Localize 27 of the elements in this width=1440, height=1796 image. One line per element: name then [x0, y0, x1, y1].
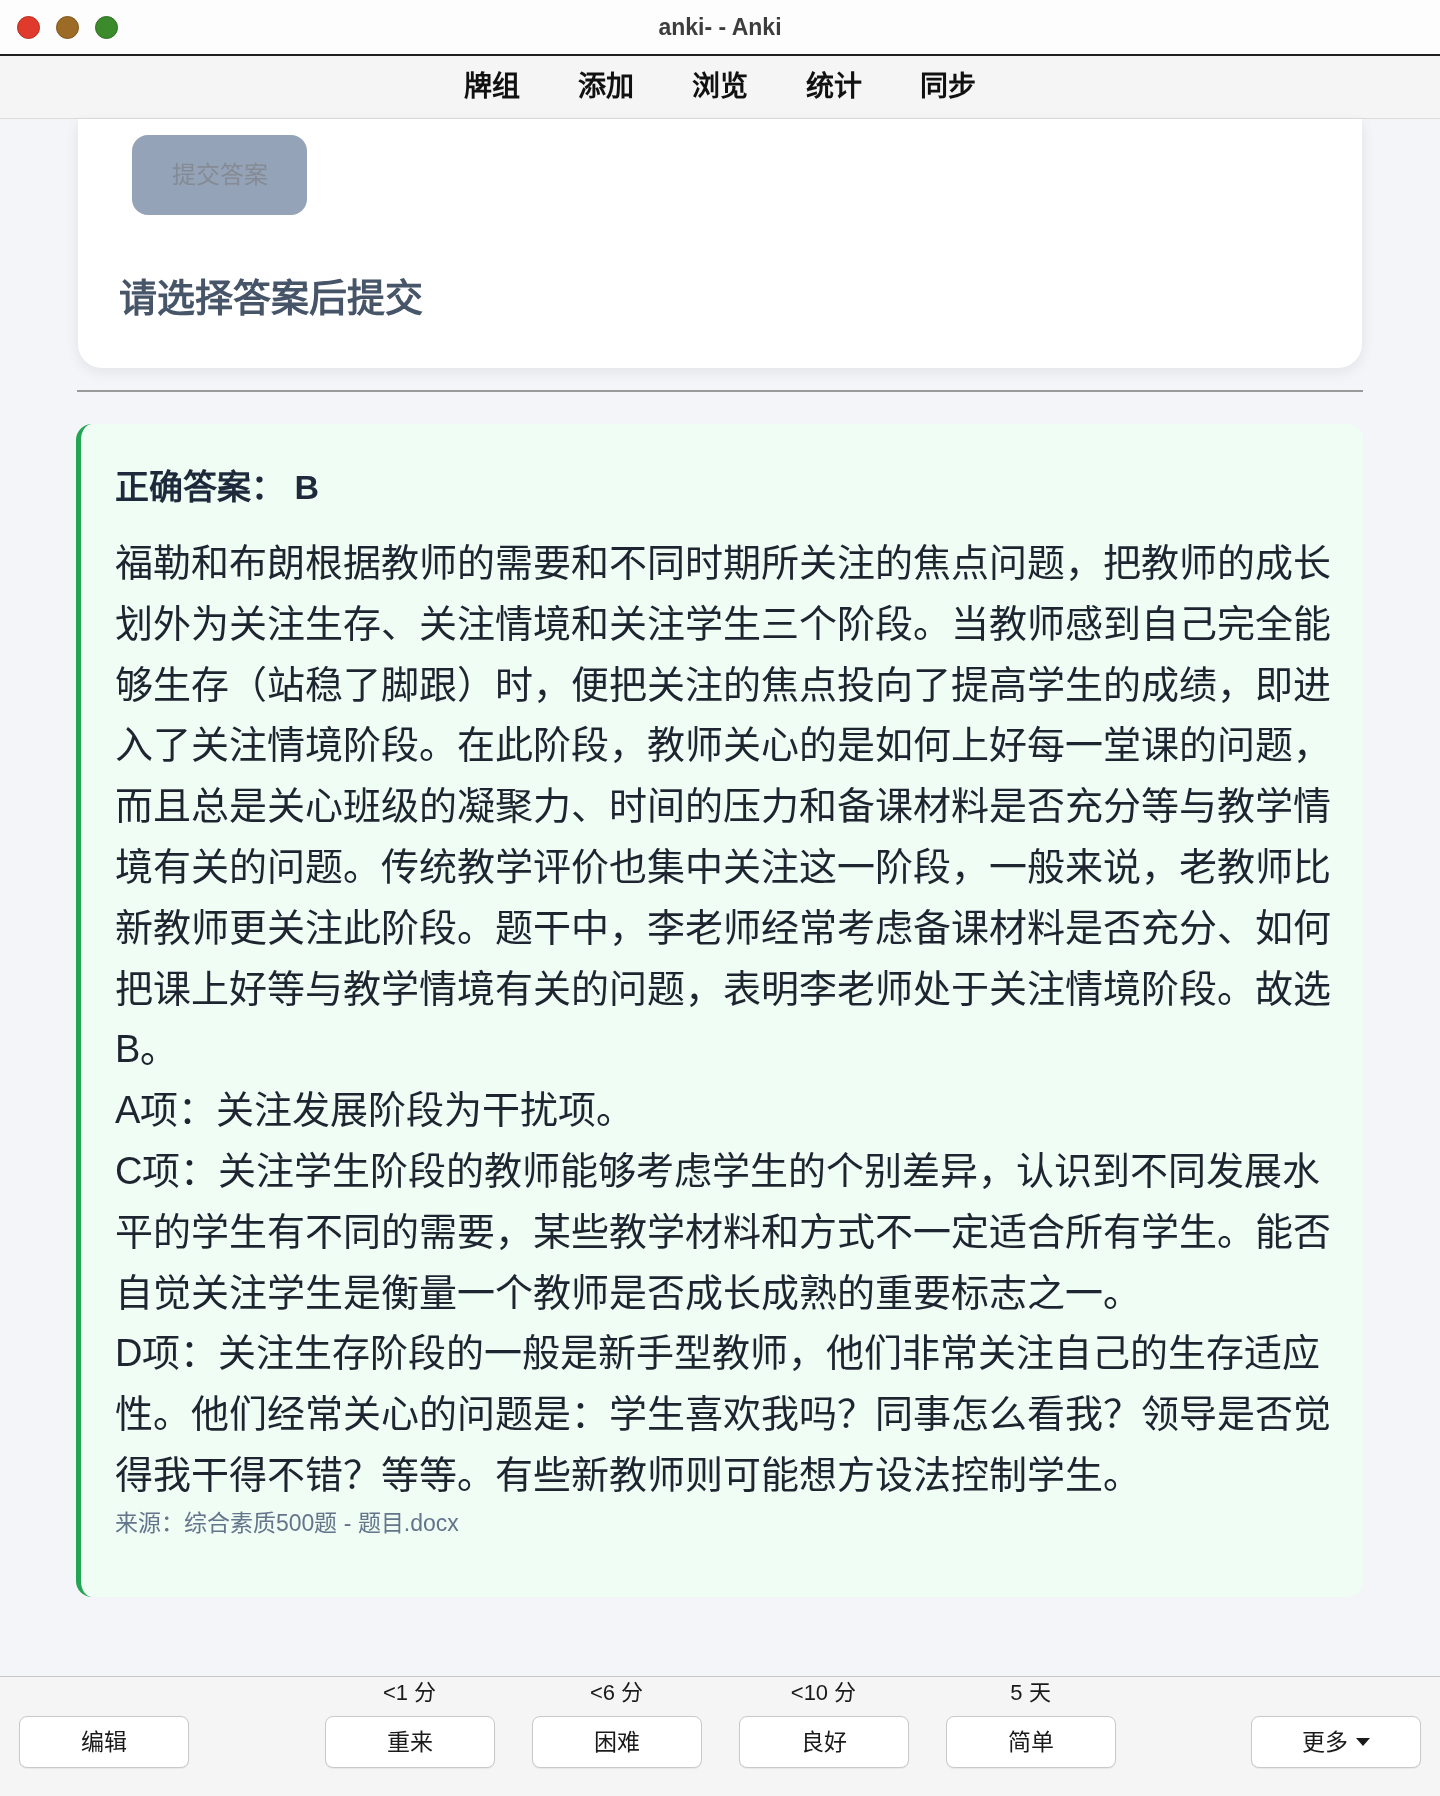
explanation-paragraph: C项：关注学生阶段的教师能够考虑学生的个别差异，认识到不同发展水平的学生有不同的需要，某些教学材料和方式不一定适合所有学生。能否自觉关注学生是衡量一个教师是否成长成熟的重要标志之一。: [115, 1148, 1332, 1316]
more-button[interactable]: 更多: [1251, 1716, 1421, 1768]
toolbar-link[interactable]: 添加: [549, 69, 663, 105]
toolbar-link[interactable]: 浏览: [663, 69, 777, 105]
answer-button[interactable]: 简单: [945, 1716, 1116, 1768]
zoom-button[interactable]: [95, 16, 118, 39]
interval-label: <1 分: [382, 1680, 437, 1706]
answer-button[interactable]: 良好: [738, 1716, 909, 1768]
minimize-button[interactable]: [56, 16, 79, 39]
toolbar-link[interactable]: 同步: [891, 69, 1005, 105]
interval-label: <10 分: [790, 1680, 857, 1706]
interval-label: 5 天: [1010, 1680, 1051, 1706]
caret-down-icon: [1356, 1738, 1370, 1746]
explanation-paragraph: 福勒和布朗根据教师的需要和不同时期所关注的焦点问题，把教师的成长划外为关注生存、关注情境和关注学生三个阶段。当教师感到自己完全能够生存（站稳了脚跟）时，便把关注的焦点投向了提高学生的成绩，即进入了关注情境阶段。在此阶段，教师关心的是如何上好每一堂课的问题，而且总是关心班级的凝聚力、时间的压力和备课材料是否充分等与教学情境有关的问题。传统教学评价也集中关注这一阶段，一般来说，老教师比新教师更关注此阶段。题干中，李老师经常考虑备课材料是否充分、如何把课上好等与教学情境有关的问题，表明李老师处于关注情境阶段。故选B。: [115, 541, 1332, 1073]
window-title: anki- - Anki: [658, 13, 782, 42]
explanation-paragraph: A项：关注发展阶段为干扰项。: [115, 1088, 636, 1134]
explanation-paragraph: D项：关注生存阶段的一般是新手型教师，他们非常关注自己的生存适应性。他们经常关心的问题是：学生喜欢我吗？同事怎么看我？领导是否觉得我干得不错？等等。有些新教师则可能想方设法控制学生。: [115, 1331, 1332, 1498]
close-button[interactable]: [17, 16, 40, 39]
edit-button[interactable]: 编辑: [19, 1716, 189, 1768]
source-text: 来源：综合素质500题 - 题目.docx: [115, 1508, 460, 1538]
answer-button[interactable]: 困难: [531, 1716, 702, 1768]
prompt-text: 请选择答案后提交: [119, 276, 423, 321]
toolbar-link[interactable]: 统计: [777, 69, 891, 105]
answer-heading: 正确答案： B: [115, 467, 320, 508]
interval-label: <6 分: [589, 1680, 644, 1706]
toolbar-link[interactable]: 牌组: [435, 69, 549, 105]
answer-button[interactable]: 重来: [324, 1716, 495, 1768]
